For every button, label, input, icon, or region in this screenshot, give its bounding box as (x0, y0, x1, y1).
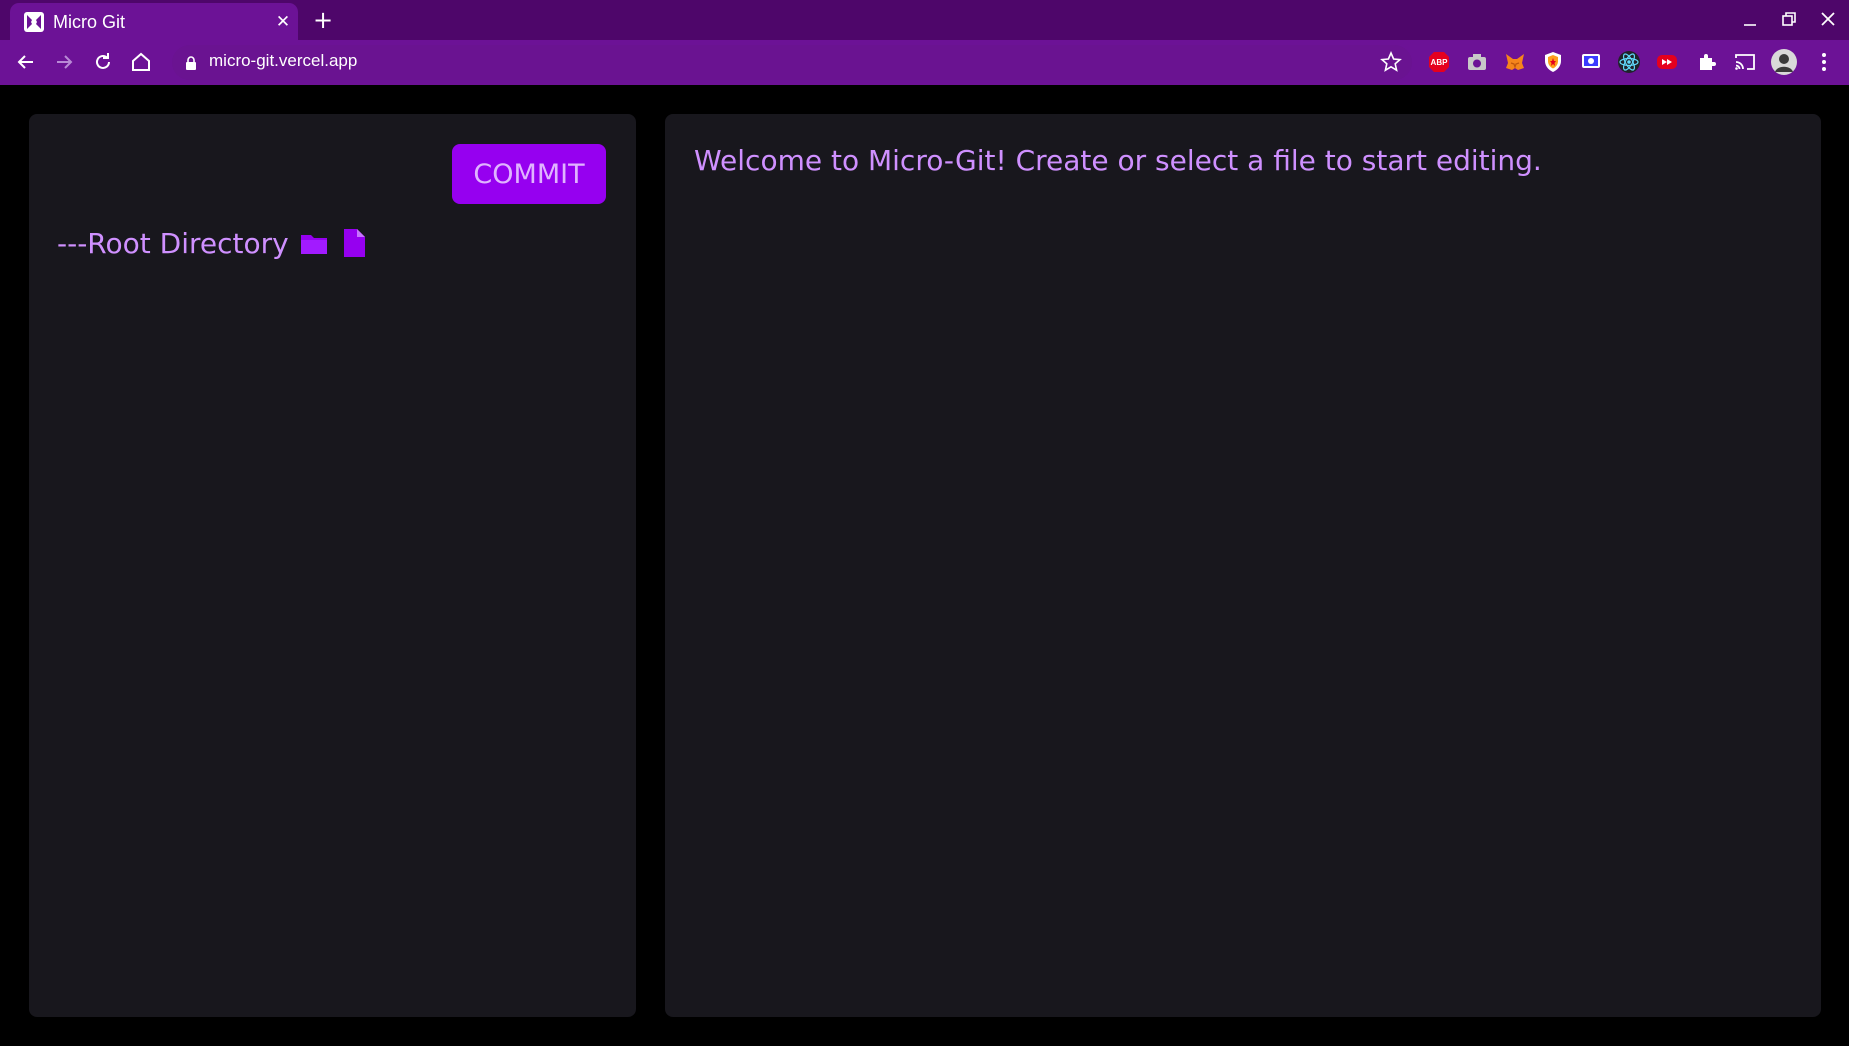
address-bar[interactable] (172, 45, 1412, 80)
svg-text:ABP: ABP (1431, 58, 1449, 67)
browser-toolbar: micro-git.vercel.app ABP (0, 40, 1849, 85)
restore-icon[interactable] (1778, 8, 1800, 30)
reload-icon[interactable] (91, 50, 115, 74)
browser-tab[interactable]: Micro Git ✕ (10, 3, 298, 40)
new-folder-icon[interactable] (299, 228, 329, 258)
editor-panel: Welcome to Micro-Git! Create or select a… (665, 114, 1821, 1017)
micro-git-logo-icon (24, 12, 44, 32)
shield-icon[interactable] (1541, 50, 1565, 74)
url-text[interactable]: micro-git.vercel.app (209, 51, 357, 71)
commit-button[interactable]: COMMIT (452, 144, 606, 204)
metamask-icon[interactable] (1503, 50, 1527, 74)
file-tree-panel: COMMIT ---Root Directory (29, 114, 636, 1017)
bookmark-star-icon[interactable] (1380, 51, 1402, 73)
back-icon[interactable] (14, 50, 38, 74)
camera-icon[interactable] (1465, 50, 1489, 74)
profile-avatar-icon[interactable] (1771, 49, 1797, 75)
close-tab-icon[interactable]: ✕ (274, 13, 292, 31)
root-directory-row: ---Root Directory (57, 223, 369, 263)
screen-capture-icon[interactable] (1579, 50, 1603, 74)
new-file-icon[interactable] (339, 228, 369, 258)
browser-tab-bar: Micro Git ✕ + (0, 0, 1849, 40)
cast-icon[interactable] (1733, 50, 1757, 74)
new-tab-button[interactable]: + (311, 8, 335, 32)
root-directory-label[interactable]: ---Root Directory (57, 227, 289, 260)
puzzle-icon[interactable] (1695, 50, 1719, 74)
close-window-icon[interactable] (1817, 8, 1839, 30)
react-devtools-icon[interactable] (1617, 50, 1641, 74)
welcome-message: Welcome to Micro-Git! Create or select a… (694, 144, 1542, 177)
forward-icon[interactable] (52, 50, 76, 74)
kebab-menu-icon[interactable] (1812, 50, 1836, 74)
lock-icon[interactable] (184, 55, 198, 71)
tab-title: Micro Git (53, 12, 125, 32)
minimize-icon[interactable] (1739, 8, 1761, 30)
adblock-plus-icon[interactable]: ABP (1427, 50, 1451, 74)
video-speed-icon[interactable] (1655, 50, 1679, 74)
home-icon[interactable] (129, 50, 153, 74)
